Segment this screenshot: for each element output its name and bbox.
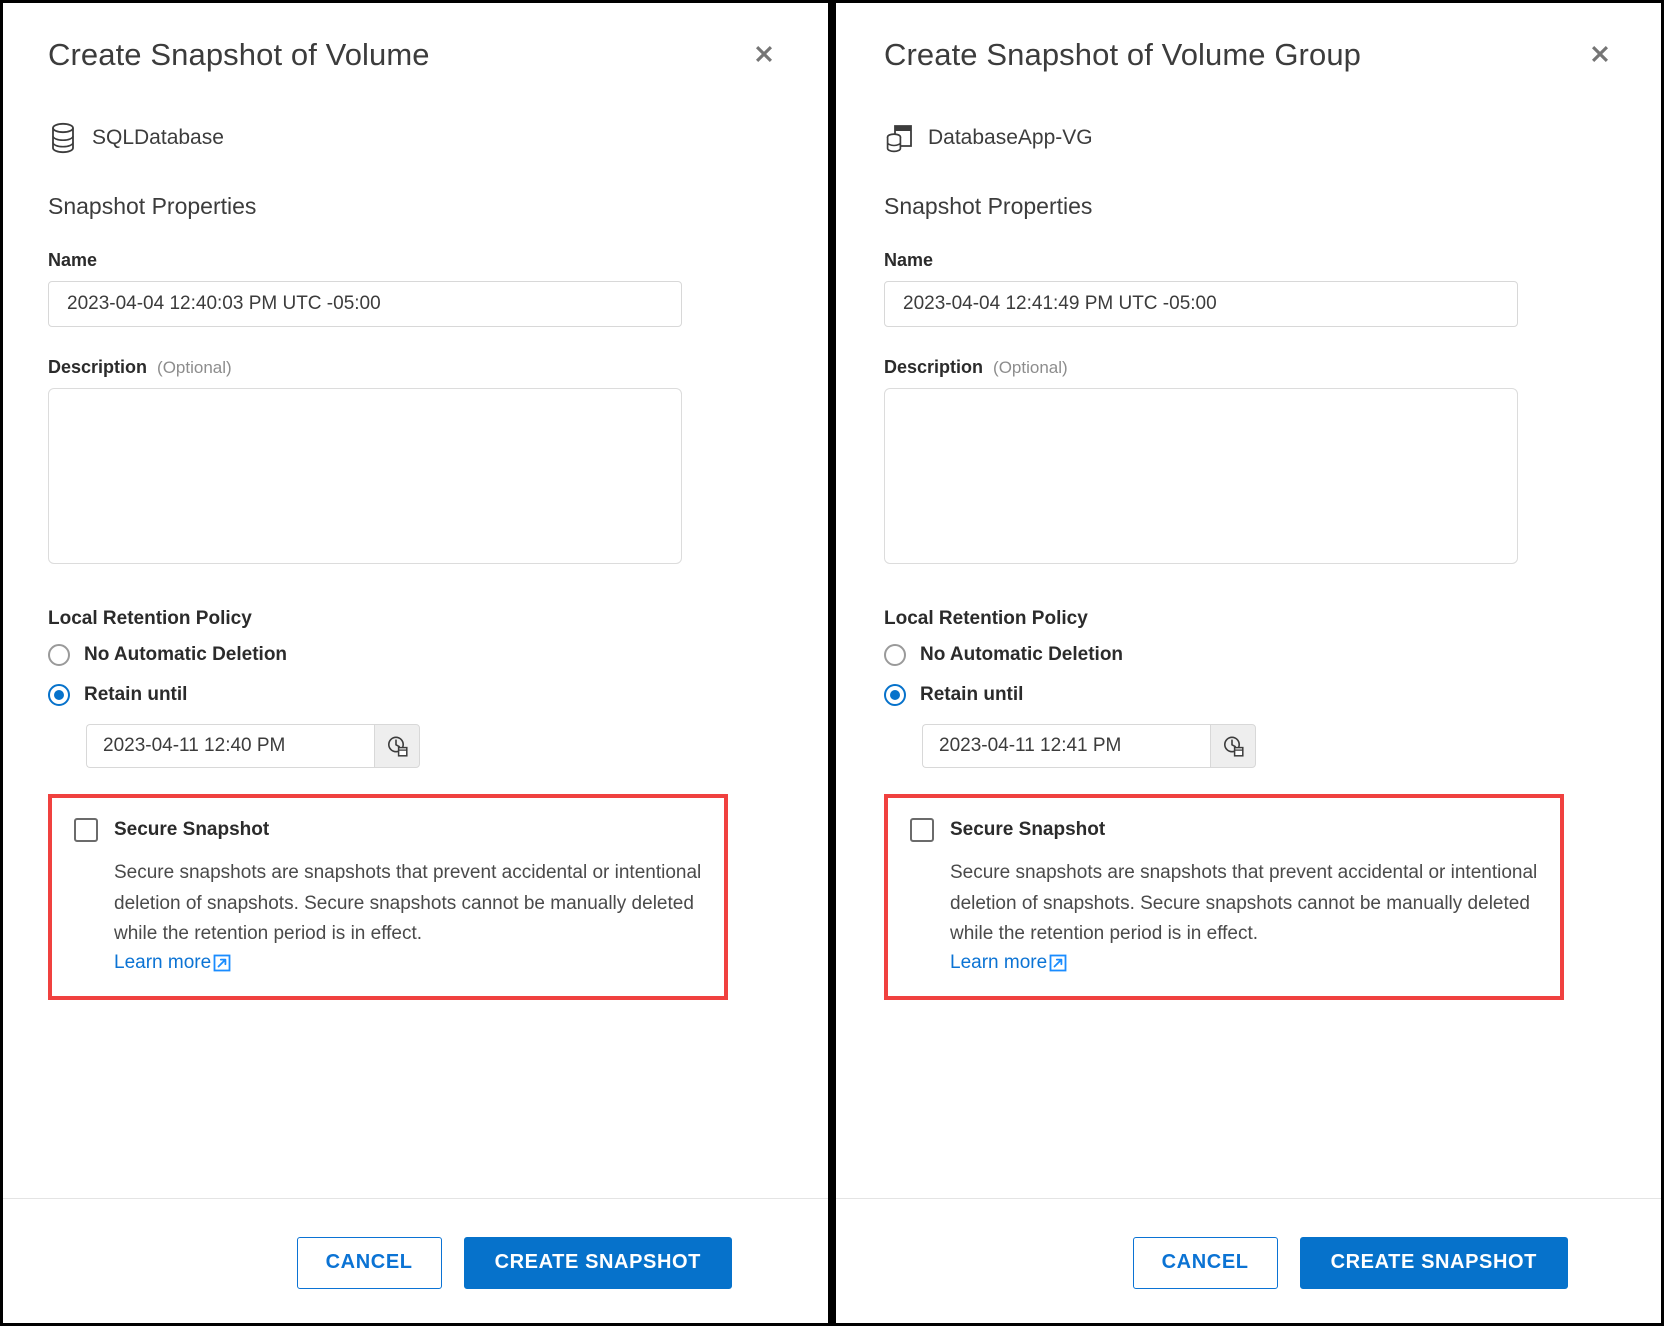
- snapshot-name-input[interactable]: 2023-04-04 12:40:03 PM UTC -05:00: [48, 280, 682, 327]
- radio-no-automatic-deletion[interactable]: No Automatic Deletion: [48, 643, 780, 666]
- volume-group-icon: [884, 121, 914, 155]
- radio-icon-checked[interactable]: [884, 683, 906, 706]
- secure-snapshot-label: Secure Snapshot: [950, 818, 1106, 840]
- radio-no-automatic-deletion-label: No Automatic Deletion: [84, 643, 288, 665]
- dialog-footer: CANCEL CREATE SNAPSHOT: [0, 1198, 828, 1326]
- radio-retain-until[interactable]: Retain until: [48, 683, 780, 706]
- section-title: Snapshot Properties: [884, 192, 1093, 219]
- create-snapshot-volume-group-dialog: Create Snapshot of Volume Group Database…: [836, 0, 1664, 1326]
- close-icon[interactable]: [746, 36, 782, 72]
- cancel-button[interactable]: CANCEL: [296, 1236, 442, 1289]
- dialog-body-left: Create Snapshot of Volume SQLDatabase Sn…: [0, 0, 828, 1198]
- secure-snapshot-checkbox[interactable]: [910, 817, 934, 842]
- description-label-text: Description: [884, 356, 984, 377]
- create-snapshot-button[interactable]: CREATE SNAPSHOT: [1299, 1236, 1568, 1289]
- object-name: SQLDatabase: [92, 125, 224, 149]
- clock-calendar-icon[interactable]: [1210, 723, 1256, 768]
- panel-divider: [828, 0, 836, 1326]
- name-label: Name: [884, 250, 1616, 271]
- retain-until-date-row: 2023-04-11 12:40 PM: [86, 723, 780, 768]
- secure-snapshot-row[interactable]: Secure Snapshot: [74, 817, 702, 842]
- name-label: Name: [48, 250, 780, 271]
- learn-more-link[interactable]: Learn more: [114, 952, 232, 974]
- secure-snapshot-highlight-box: Secure Snapshot Secure snapshots are sna…: [884, 793, 1564, 1001]
- external-link-icon: [211, 953, 232, 973]
- radio-icon-unchecked[interactable]: [48, 643, 70, 666]
- radio-no-automatic-deletion-label: No Automatic Deletion: [920, 643, 1124, 665]
- description-optional-text: (Optional): [157, 357, 232, 377]
- dialog-header: Create Snapshot of Volume Group: [884, 0, 1616, 75]
- page-title: Create Snapshot of Volume Group: [884, 37, 1362, 72]
- secure-snapshot-highlight-box: Secure Snapshot Secure snapshots are sna…: [48, 793, 728, 1001]
- create-snapshot-volume-dialog: Create Snapshot of Volume SQLDatabase Sn…: [0, 0, 828, 1326]
- description-label: Description (Optional): [48, 357, 780, 378]
- local-retention-policy-label: Local Retention Policy: [884, 607, 1088, 629]
- clock-calendar-icon[interactable]: [374, 723, 420, 768]
- section-title: Snapshot Properties: [48, 192, 257, 219]
- radio-icon-checked[interactable]: [48, 683, 70, 706]
- learn-more-text: Learn more: [950, 952, 1048, 974]
- external-link-icon: [1047, 953, 1068, 973]
- radio-icon-unchecked[interactable]: [884, 643, 906, 666]
- description-label: Description (Optional): [884, 357, 1616, 378]
- retain-until-date-input[interactable]: 2023-04-11 12:41 PM: [922, 723, 1210, 768]
- radio-retain-until-label: Retain until: [920, 683, 1024, 705]
- learn-more-link[interactable]: Learn more: [950, 952, 1068, 974]
- object-name: DatabaseApp-VG: [928, 125, 1093, 149]
- secure-snapshot-description: Secure snapshots are snapshots that prev…: [114, 861, 702, 945]
- radio-no-automatic-deletion[interactable]: No Automatic Deletion: [884, 643, 1616, 666]
- radio-retain-until[interactable]: Retain until: [884, 683, 1616, 706]
- radio-retain-until-label: Retain until: [84, 683, 188, 705]
- learn-more-text: Learn more: [114, 952, 212, 974]
- snapshot-name-input[interactable]: 2023-04-04 12:41:49 PM UTC -05:00: [884, 280, 1518, 327]
- close-icon[interactable]: [1582, 36, 1618, 72]
- volume-icon: [48, 121, 78, 155]
- cancel-button[interactable]: CANCEL: [1132, 1236, 1278, 1289]
- create-snapshot-button[interactable]: CREATE SNAPSHOT: [463, 1236, 732, 1289]
- dialog-body-right: Create Snapshot of Volume Group Database…: [836, 0, 1664, 1198]
- dual-dialog-screenshot: Create Snapshot of Volume SQLDatabase Sn…: [0, 0, 1664, 1326]
- description-optional-text: (Optional): [993, 357, 1068, 377]
- secure-snapshot-label: Secure Snapshot: [114, 818, 270, 840]
- dialog-header: Create Snapshot of Volume: [48, 0, 780, 75]
- snapshot-description-textarea[interactable]: [48, 387, 682, 564]
- retain-until-date-input[interactable]: 2023-04-11 12:40 PM: [86, 723, 374, 768]
- volume-object-row: SQLDatabase: [48, 121, 780, 155]
- secure-snapshot-description: Secure snapshots are snapshots that prev…: [950, 861, 1538, 945]
- description-label-text: Description: [48, 356, 148, 377]
- dialog-footer: CANCEL CREATE SNAPSHOT: [836, 1198, 1664, 1326]
- local-retention-policy-label: Local Retention Policy: [48, 607, 252, 629]
- retain-until-date-row: 2023-04-11 12:41 PM: [922, 723, 1616, 768]
- snapshot-description-textarea[interactable]: [884, 387, 1518, 564]
- volume-group-object-row: DatabaseApp-VG: [884, 121, 1616, 155]
- secure-snapshot-row[interactable]: Secure Snapshot: [910, 817, 1538, 842]
- name-label-text: Name: [48, 249, 98, 270]
- page-title: Create Snapshot of Volume: [48, 37, 430, 72]
- secure-snapshot-checkbox[interactable]: [74, 817, 98, 842]
- name-label-text: Name: [884, 249, 934, 270]
